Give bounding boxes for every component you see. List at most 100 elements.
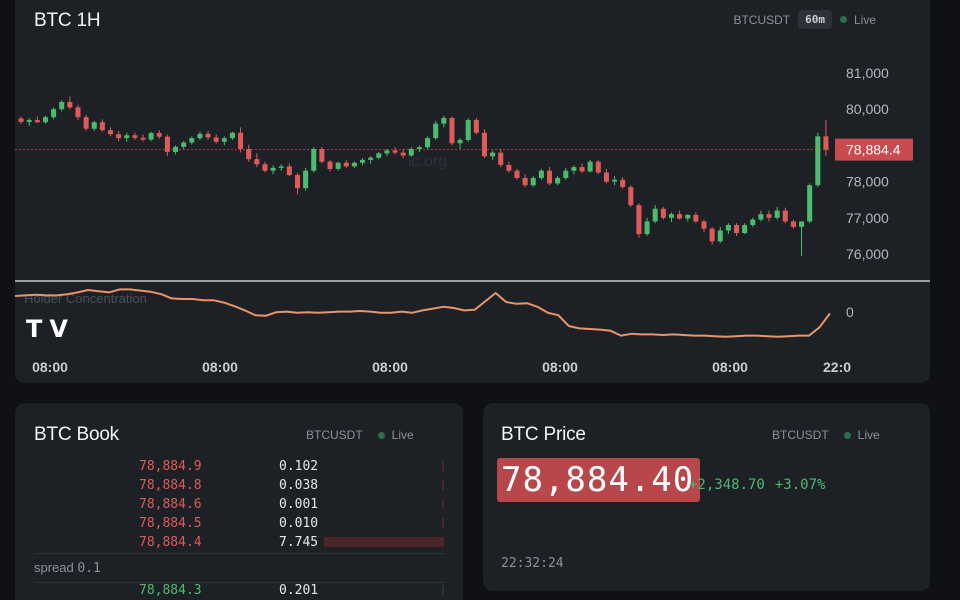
book-live-status: Live [377,428,414,442]
candle-body [693,214,699,222]
candle-body [132,135,138,138]
candle-body [319,149,325,162]
candle-body [449,117,455,144]
candle-body [75,107,81,118]
candle-body [376,153,382,158]
candle-body [587,161,593,172]
bid-qty: 0.201 [279,583,319,598]
candle-body [278,166,284,168]
candle-body [213,137,219,142]
ask-row[interactable]: 78,884.6 0.001 [15,497,463,515]
candle-body [709,228,715,242]
candle-body [205,133,211,138]
live-dot-icon [377,431,385,439]
interval-button[interactable]: 60m [798,10,832,29]
last-price-tag-label: 78,884.4 [846,142,901,158]
ask-price: 78,884.8 [139,478,202,493]
ask-row[interactable]: 78,884.8 0.038 [15,478,463,496]
candle-body [368,157,374,160]
candle-body [416,147,422,150]
candle-body [668,214,674,218]
candle-body [766,214,772,218]
price-live-label: Live [857,428,880,442]
ask-qty: 0.010 [279,516,319,531]
candle-body [173,146,179,152]
tradingview-logo: TV [26,315,68,343]
candle-body [603,172,609,182]
candle-body [522,177,528,186]
candle-body [116,134,122,139]
indicator-label: Holder Concentration [24,291,147,306]
candle-body [18,118,24,122]
candle-body [164,136,170,152]
candle-body [465,120,471,140]
candle-body [758,214,764,220]
candle-body [42,117,48,123]
price-chart[interactable]: ic.org 81,000 80,000 78,000 77,000 76,000 78,8… [15,0,930,383]
candle-body [343,162,349,167]
candle-body [181,142,187,147]
chart-meta: BTCUSDT 60m Live [733,10,876,29]
candle-body [733,225,740,234]
candle-body [351,162,357,167]
candle-body [571,167,577,171]
candle-body [685,214,691,219]
candle-body [498,152,504,165]
candle-body [595,161,601,173]
candle-body [384,150,390,154]
spread-value: 0.1 [77,561,101,576]
candle-body [506,164,512,171]
candle-body [644,221,650,235]
candle-body [473,120,479,133]
candle-body [83,117,89,129]
bid-price: 78,884.3 [139,583,202,598]
candle-body [197,133,203,139]
price-live-status: Live [843,428,880,442]
candle-body [660,208,666,218]
chart-panel: ic.org 81,000 80,000 78,000 77,000 76,000 78,8… [15,0,930,383]
y-tick-label: 80,000 [846,101,889,117]
ask-price: 78,884.9 [139,459,202,474]
y-tick-label: 77,000 [846,210,889,226]
candle-body [107,130,114,135]
candle-body [612,179,618,182]
candle-body [750,219,756,226]
candle-body [701,221,707,229]
candle-body [579,167,585,172]
ask-row[interactable]: 78,884.5 0.010 [15,516,463,534]
ask-price: 78,884.6 [139,497,202,512]
chart-title: BTC 1H [34,10,101,31]
candle-body [327,161,333,169]
candle-body [67,101,73,108]
ask-depth-bar [324,537,444,547]
bid-row[interactable]: 78,884.3 0.201 [15,583,463,600]
y-tick-label: 76,000 [846,246,889,262]
candle-body [628,187,634,206]
ask-row[interactable]: 78,884.4 7.745 [15,535,463,553]
ask-depth-bar [442,518,444,528]
y-tick-label: 81,000 [846,65,889,81]
candle-body [677,214,683,219]
ask-qty: 7.745 [279,535,319,550]
price-timestamp: 22:32:24 [501,556,564,571]
candle-body [457,139,463,144]
candle-body [246,149,252,160]
ask-qty: 0.001 [279,497,319,512]
candle-body [400,152,406,156]
candle-body [774,210,780,218]
ask-price: 78,884.4 [139,535,202,550]
price-title: BTC Price [501,424,586,445]
candle-body [636,205,642,235]
candle-body [140,137,146,140]
x-tick-label: 08:00 [542,359,578,375]
bid-depth-bar [442,585,444,595]
candle-body [425,138,431,148]
ask-row[interactable]: 78,884.9 0.102 [15,459,463,477]
candle-body [360,159,366,163]
ask-qty: 0.102 [279,459,319,474]
x-tick-label: 08:00 [372,359,408,375]
candle-body [815,136,821,186]
candle-body [392,150,398,153]
y-tick-label: 78,000 [846,174,889,190]
ask-qty: 0.038 [279,478,319,493]
